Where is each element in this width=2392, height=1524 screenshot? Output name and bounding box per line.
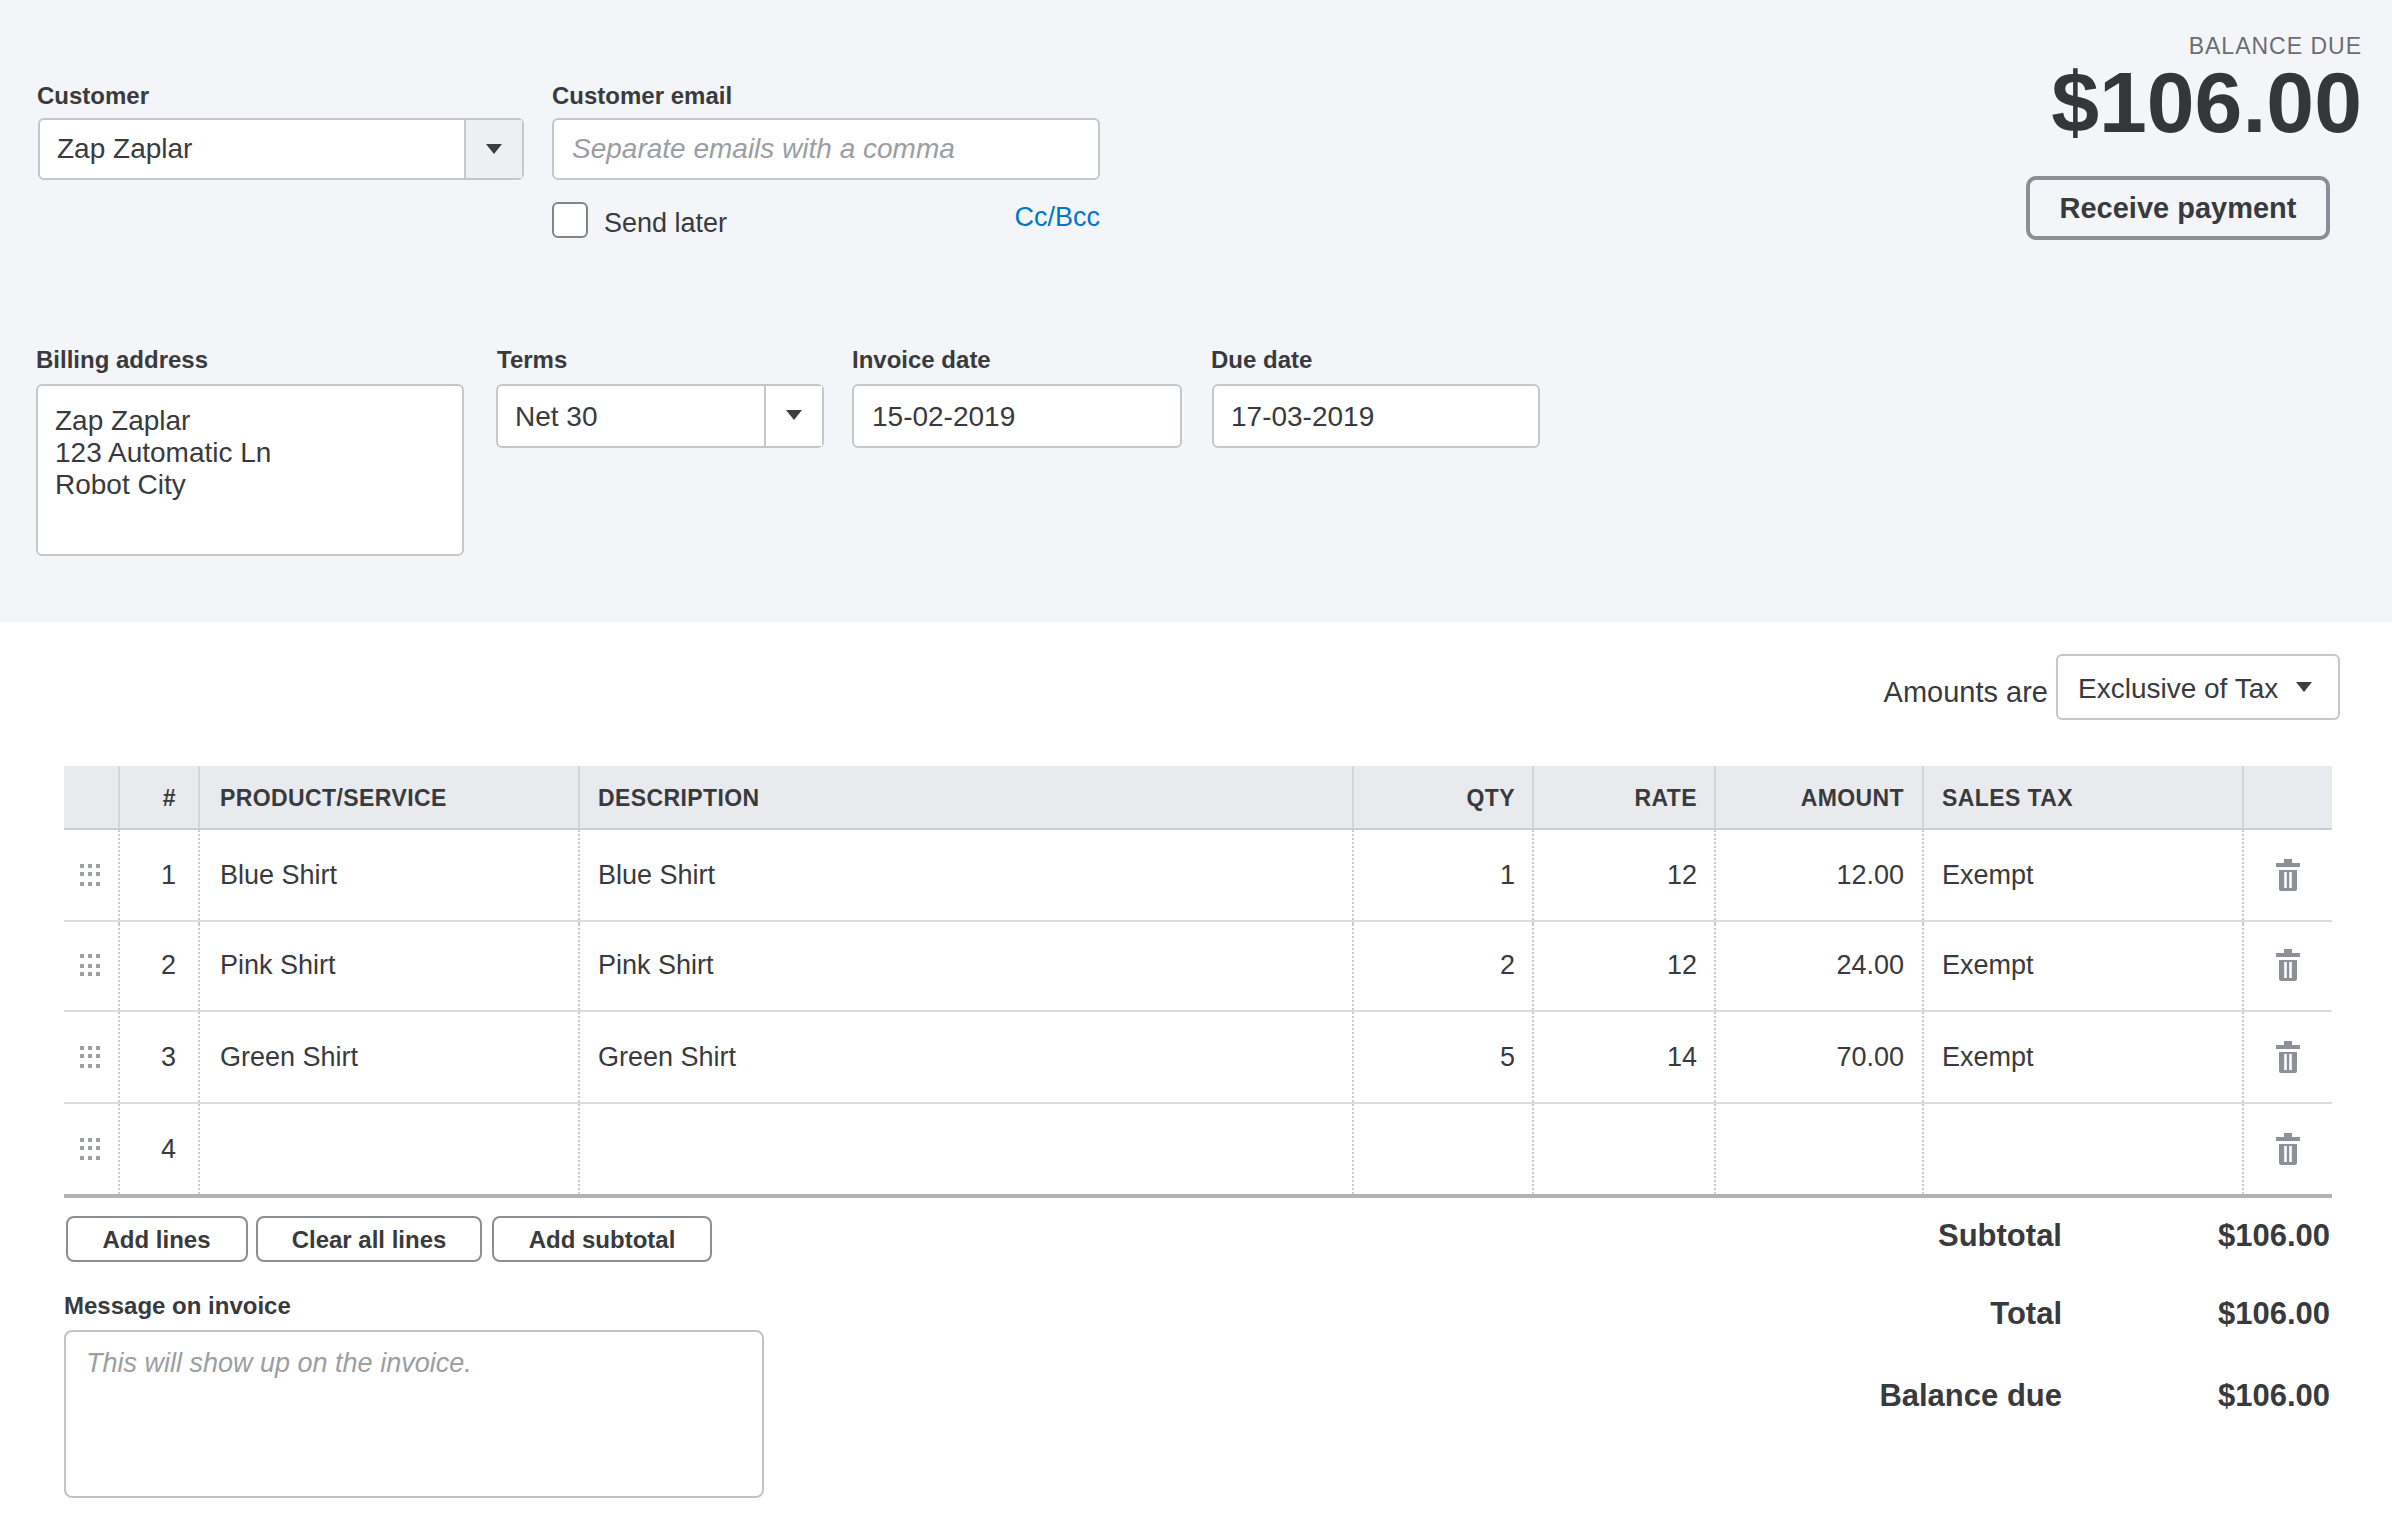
customer-dropdown-button[interactable] [463, 119, 521, 177]
header-product: PRODUCT/SERVICE [200, 766, 580, 828]
sales-tax-cell[interactable]: Exempt [1924, 830, 2243, 919]
drag-handle-icon[interactable] [63, 921, 119, 1010]
qty-cell[interactable]: 2 [1354, 921, 1533, 1010]
rate-cell[interactable]: 12 [1533, 830, 1715, 919]
delete-row-button[interactable] [2243, 1012, 2331, 1101]
table-row[interactable]: 4 [63, 1103, 2331, 1194]
invoice-date-label: Invoice date [852, 346, 991, 374]
delete-row-button[interactable] [2243, 921, 2331, 1010]
receive-payment-button[interactable]: Receive payment [2026, 176, 2330, 240]
send-later-label: Send later [604, 208, 727, 238]
drag-handle-icon[interactable] [63, 1103, 119, 1194]
message-on-invoice-textarea[interactable]: This will show up on the invoice. [64, 1330, 764, 1498]
balance-due-row-label: Balance due [1879, 1378, 2062, 1414]
delete-row-button[interactable] [2243, 830, 2331, 919]
row-number: 3 [119, 1012, 200, 1101]
amount-cell[interactable]: 24.00 [1715, 921, 1924, 1010]
qty-cell[interactable] [1354, 1103, 1533, 1194]
terms-value: Net 30 [497, 399, 598, 431]
amount-cell[interactable] [1715, 1103, 1924, 1194]
description-cell[interactable] [580, 1103, 1354, 1194]
trash-icon [2273, 1132, 2301, 1166]
row-number: 4 [119, 1103, 200, 1194]
qty-cell[interactable]: 5 [1354, 1012, 1533, 1101]
header-rate: RATE [1533, 766, 1715, 828]
billing-address-label: Billing address [36, 346, 208, 374]
trash-icon [2273, 858, 2301, 892]
header-num: # [119, 766, 200, 828]
customer-label: Customer [37, 82, 149, 110]
description-cell[interactable]: Blue Shirt [580, 830, 1354, 919]
total-value: $106.00 [2218, 1296, 2330, 1332]
subtotal-label: Subtotal [1938, 1218, 2062, 1254]
billing-address-textarea[interactable]: Zap Zaplar 123 Automatic Ln Robot City [35, 383, 463, 555]
customer-email-placeholder: Separate emails with a comma [554, 132, 955, 164]
delete-row-button[interactable] [2243, 1103, 2331, 1194]
total-label: Total [1990, 1296, 2062, 1332]
add-lines-button[interactable]: Add lines [65, 1216, 248, 1262]
amount-cell[interactable]: 12.00 [1715, 830, 1924, 919]
rate-cell[interactable]: 12 [1533, 921, 1715, 1010]
rate-cell[interactable] [1533, 1103, 1715, 1194]
product-cell[interactable]: Pink Shirt [200, 921, 580, 1010]
header-trash-cell [2243, 766, 2331, 828]
clear-all-lines-button[interactable]: Clear all lines [256, 1216, 482, 1262]
drag-handle-icon[interactable] [63, 830, 119, 919]
message-on-invoice-label: Message on invoice [64, 1292, 291, 1320]
send-later-checkbox[interactable] [552, 202, 588, 238]
table-row[interactable]: 2 Pink Shirt Pink Shirt 2 12 24.00 Exemp… [63, 921, 2331, 1012]
description-cell[interactable]: Pink Shirt [580, 921, 1354, 1010]
invoice-date-value: 15-02-2019 [854, 399, 1015, 431]
header-sales-tax: SALES TAX [1924, 766, 2243, 828]
rate-cell[interactable]: 14 [1533, 1012, 1715, 1101]
header-handle-cell [63, 766, 119, 828]
message-placeholder: This will show up on the invoice. [86, 1348, 472, 1378]
customer-dropdown[interactable]: Zap Zaplar [37, 117, 523, 179]
chevron-down-icon [786, 410, 802, 420]
balance-due-amount: $106.00 [2051, 60, 2362, 146]
trash-icon [2273, 949, 2301, 983]
drag-handle-icon[interactable] [63, 1012, 119, 1101]
amounts-are-dropdown[interactable]: Exclusive of Tax [2056, 654, 2340, 720]
due-date-value: 17-03-2019 [1213, 399, 1374, 431]
table-row[interactable]: 1 Blue Shirt Blue Shirt 1 12 12.00 Exemp… [63, 830, 2331, 921]
terms-dropdown-button[interactable] [764, 385, 821, 445]
sales-tax-cell[interactable]: Exempt [1924, 921, 2243, 1010]
product-cell[interactable]: Green Shirt [200, 1012, 580, 1101]
sales-tax-cell[interactable] [1924, 1103, 2243, 1194]
invoice-date-input[interactable]: 15-02-2019 [852, 383, 1182, 447]
trash-icon [2273, 1040, 2301, 1074]
terms-dropdown[interactable]: Net 30 [495, 383, 823, 447]
sales-tax-cell[interactable]: Exempt [1924, 1012, 2243, 1101]
customer-value: Zap Zaplar [39, 132, 192, 164]
amounts-are-label: Amounts are [1884, 675, 2048, 707]
amount-cell[interactable]: 70.00 [1715, 1012, 1924, 1101]
table-row[interactable]: 3 Green Shirt Green Shirt 5 14 70.00 Exe… [63, 1012, 2331, 1103]
subtotal-value: $106.00 [2218, 1218, 2330, 1254]
table-header-row: # PRODUCT/SERVICE DESCRIPTION QTY RATE A… [63, 766, 2331, 830]
customer-email-input[interactable]: Separate emails with a comma [552, 117, 1100, 179]
row-number: 2 [119, 921, 200, 1010]
product-cell[interactable] [200, 1103, 580, 1194]
balance-due-row-value: $106.00 [2218, 1378, 2330, 1414]
description-cell[interactable]: Green Shirt [580, 1012, 1354, 1101]
billing-address-value: Zap Zaplar 123 Automatic Ln Robot City [37, 403, 271, 499]
line-items-table: # PRODUCT/SERVICE DESCRIPTION QTY RATE A… [63, 766, 2331, 1198]
add-subtotal-button[interactable]: Add subtotal [492, 1216, 712, 1262]
invoice-form: Customer Zap Zaplar Customer email Separ… [0, 0, 2392, 1524]
cc-bcc-link[interactable]: Cc/Bcc [1014, 202, 1100, 232]
due-date-label: Due date [1211, 346, 1312, 374]
row-number: 1 [119, 830, 200, 919]
qty-cell[interactable]: 1 [1354, 830, 1533, 919]
terms-label: Terms [497, 346, 567, 374]
header-amount: AMOUNT [1715, 766, 1924, 828]
customer-email-label: Customer email [552, 82, 732, 110]
chevron-down-icon [2296, 682, 2312, 692]
header-description: DESCRIPTION [580, 766, 1354, 828]
amounts-are-value: Exclusive of Tax [2058, 671, 2296, 703]
due-date-input[interactable]: 17-03-2019 [1211, 383, 1540, 447]
header-qty: QTY [1354, 766, 1533, 828]
product-cell[interactable]: Blue Shirt [200, 830, 580, 919]
chevron-down-icon [485, 143, 501, 153]
